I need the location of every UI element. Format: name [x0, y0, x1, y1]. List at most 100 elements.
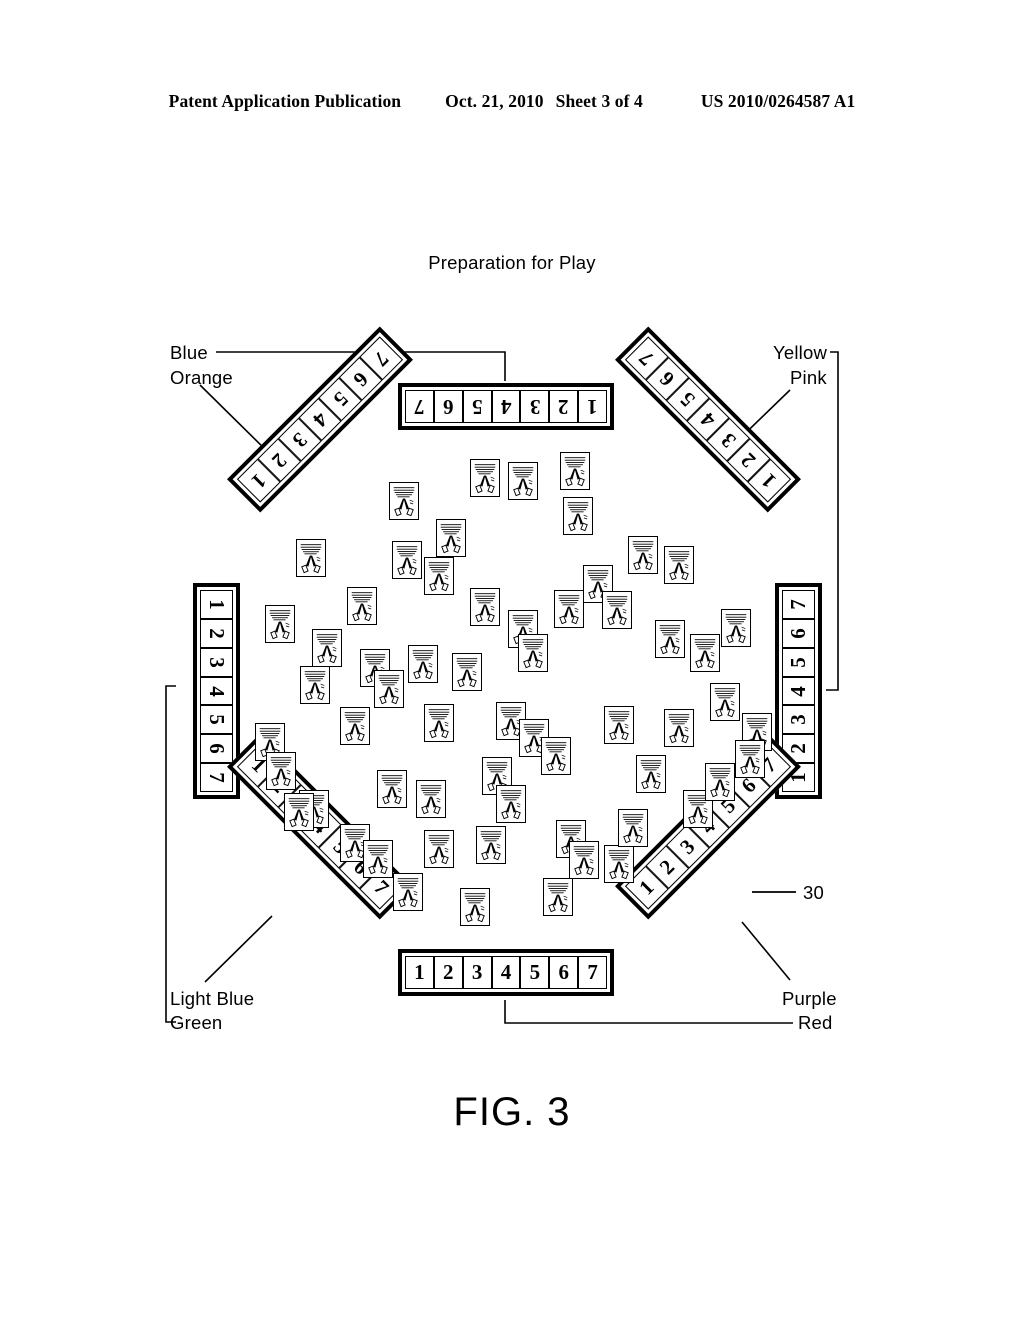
- track-cell[interactable]: 6: [549, 956, 579, 989]
- cell-number: 4: [500, 960, 512, 984]
- cell-number: 6: [348, 366, 374, 392]
- game-tile[interactable]: [543, 878, 573, 916]
- cell-number: 1: [756, 468, 782, 494]
- game-tile[interactable]: [508, 462, 538, 500]
- cell-number: 3: [205, 656, 229, 668]
- game-tile[interactable]: [312, 629, 342, 667]
- game-tile[interactable]: [470, 459, 500, 497]
- game-tile[interactable]: [265, 605, 295, 643]
- cell-number: 7: [369, 875, 394, 900]
- cell-number: 5: [205, 714, 229, 726]
- game-tile[interactable]: [470, 588, 500, 626]
- label-purple: Purple: [782, 988, 837, 1009]
- game-tile[interactable]: [604, 845, 634, 883]
- game-tile[interactable]: [374, 670, 404, 708]
- game-tile[interactable]: [705, 763, 735, 801]
- game-tile[interactable]: [393, 873, 423, 911]
- game-tile[interactable]: [710, 683, 740, 721]
- track-cell[interactable]: 5: [200, 705, 233, 735]
- game-tile[interactable]: [284, 793, 314, 831]
- cell-number: 2: [654, 854, 680, 880]
- track-cell[interactable]: 2: [433, 956, 463, 989]
- cell-number: 5: [529, 960, 541, 984]
- cell-number: 2: [736, 448, 761, 473]
- game-tile[interactable]: [618, 809, 648, 847]
- game-tile[interactable]: [300, 666, 330, 704]
- game-tile[interactable]: [436, 519, 466, 557]
- track-cell[interactable]: 7: [405, 390, 434, 423]
- game-tile[interactable]: [392, 541, 422, 579]
- track-cell[interactable]: 1: [578, 390, 608, 423]
- game-tile[interactable]: [541, 737, 571, 775]
- cell-number: 7: [205, 772, 229, 783]
- track-cell[interactable]: 2: [549, 390, 579, 423]
- cell-number: 6: [654, 366, 680, 392]
- track-cell[interactable]: 7: [578, 956, 608, 989]
- game-tile[interactable]: [602, 591, 632, 629]
- game-tile[interactable]: [424, 704, 454, 742]
- game-tile[interactable]: [563, 497, 593, 535]
- track-cell[interactable]: 3: [520, 390, 550, 423]
- game-tile[interactable]: [266, 752, 296, 790]
- track-cell[interactable]: 4: [491, 956, 521, 989]
- game-tile[interactable]: [377, 770, 407, 808]
- game-tile[interactable]: [347, 587, 377, 625]
- cell-number: 7: [587, 960, 598, 984]
- label-yellow: Yellow: [773, 342, 827, 363]
- game-tile[interactable]: [408, 645, 438, 683]
- game-tile[interactable]: [389, 482, 419, 520]
- game-tile[interactable]: [604, 706, 634, 744]
- game-tile[interactable]: [340, 707, 370, 745]
- track-cell[interactable]: 2: [200, 618, 233, 648]
- label-orange: Orange: [170, 367, 233, 388]
- track-cell[interactable]: 3: [462, 956, 492, 989]
- track-cell[interactable]: 4: [491, 390, 521, 423]
- track-cell[interactable]: 5: [782, 647, 815, 677]
- game-tile[interactable]: [518, 634, 548, 672]
- track-top-left[interactable]: 1234567: [227, 326, 413, 513]
- track-cell[interactable]: 3: [200, 647, 233, 677]
- cell-number: 1: [634, 875, 659, 900]
- cell-number: 2: [267, 448, 292, 473]
- track-cell[interactable]: 1: [405, 956, 434, 989]
- game-tile[interactable]: [424, 830, 454, 868]
- game-tile[interactable]: [636, 755, 666, 793]
- track-cell[interactable]: 7: [782, 590, 815, 619]
- game-tile[interactable]: [690, 634, 720, 672]
- game-tile[interactable]: [496, 785, 526, 823]
- game-tile[interactable]: [460, 888, 490, 926]
- game-tile[interactable]: [476, 826, 506, 864]
- game-tile[interactable]: [452, 653, 482, 691]
- game-tile[interactable]: [569, 841, 599, 879]
- game-tile[interactable]: [664, 709, 694, 747]
- game-tile[interactable]: [363, 840, 393, 878]
- game-tile[interactable]: [628, 536, 658, 574]
- track-cell[interactable]: 5: [462, 390, 492, 423]
- cell-number: 3: [529, 395, 541, 419]
- game-tile[interactable]: [424, 557, 454, 595]
- game-tile[interactable]: [655, 620, 685, 658]
- game-tile[interactable]: [664, 546, 694, 584]
- game-tile[interactable]: [560, 452, 590, 490]
- track-cell[interactable]: 4: [782, 676, 815, 706]
- track-top[interactable]: 7654321: [398, 383, 614, 430]
- track-cell[interactable]: 4: [200, 676, 233, 706]
- cell-number: 1: [246, 468, 272, 494]
- track-cell[interactable]: 3: [782, 705, 815, 735]
- track-cell[interactable]: 6: [433, 390, 463, 423]
- cell-number: 5: [786, 656, 810, 668]
- game-tile[interactable]: [721, 609, 751, 647]
- track-bottom[interactable]: 1234567: [398, 949, 614, 996]
- track-top-left-wrapper: 1234567: [227, 326, 413, 513]
- track-cell[interactable]: 1: [200, 590, 233, 619]
- cell-number: 7: [414, 395, 425, 419]
- cell-number: 4: [500, 395, 512, 419]
- game-tile[interactable]: [554, 590, 584, 628]
- game-tile[interactable]: [735, 740, 765, 778]
- track-cell[interactable]: 6: [200, 734, 233, 764]
- track-cell[interactable]: 6: [782, 618, 815, 648]
- track-cell[interactable]: 5: [520, 956, 550, 989]
- game-tile[interactable]: [296, 539, 326, 577]
- game-tile[interactable]: [416, 780, 446, 818]
- cell-number: 4: [308, 407, 333, 433]
